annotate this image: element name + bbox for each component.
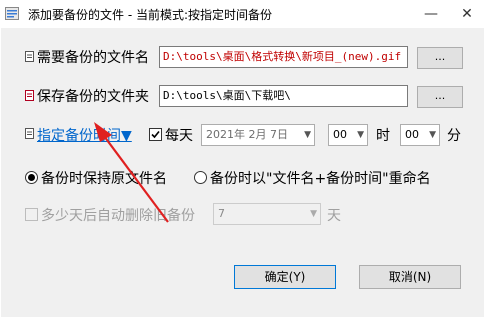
file-icon bbox=[25, 51, 34, 62]
source-file-field[interactable]: D:\tools\桌面\格式转换\新项目_(new).gif bbox=[159, 46, 408, 68]
radio-selected-dot bbox=[28, 174, 35, 181]
dest-folder-field[interactable]: D:\tools\桌面\下载吧\ bbox=[159, 85, 408, 107]
dest-folder-label: 保存备份的文件夹 bbox=[37, 89, 149, 105]
date-value: 2021年 2月 7日 bbox=[206, 128, 288, 141]
browse-folder-button[interactable]: ... bbox=[417, 86, 463, 108]
chevron-down-icon: ▼ bbox=[429, 130, 436, 140]
chevron-down-icon: ▼ bbox=[304, 130, 311, 140]
days-value: 7 bbox=[218, 207, 225, 220]
hour-unit-label: 时 bbox=[376, 128, 390, 144]
chevron-down-icon: ▼ bbox=[357, 130, 364, 140]
hour-select[interactable]: 00 ▼ bbox=[328, 124, 368, 146]
date-picker[interactable]: 2021年 2月 7日 ▼ bbox=[201, 124, 315, 146]
auto-delete-checkbox[interactable] bbox=[25, 208, 38, 221]
browse-file-button[interactable]: ... bbox=[417, 47, 463, 69]
hour-value: 00 bbox=[333, 128, 347, 141]
close-button[interactable]: ✕ bbox=[450, 0, 484, 28]
source-file-label: 需要备份的文件名 bbox=[37, 50, 149, 66]
minimize-icon: — bbox=[424, 6, 438, 22]
ok-button[interactable]: 确定(Y) bbox=[234, 265, 336, 289]
auto-delete-days-select[interactable]: 7 ▼ bbox=[213, 203, 321, 225]
minute-select[interactable]: 00 ▼ bbox=[400, 124, 440, 146]
app-icon bbox=[5, 7, 19, 20]
minimize-button[interactable]: — bbox=[414, 0, 448, 28]
days-unit-label: 天 bbox=[327, 208, 341, 224]
keep-original-radio[interactable] bbox=[25, 171, 38, 184]
rename-radio[interactable] bbox=[194, 171, 207, 184]
cancel-button[interactable]: 取消(N) bbox=[359, 265, 461, 289]
chevron-down-icon: ▼ bbox=[310, 209, 317, 219]
close-icon: ✕ bbox=[461, 6, 473, 22]
minute-unit-label: 分 bbox=[447, 128, 461, 144]
schedule-icon bbox=[25, 128, 34, 139]
minute-value: 00 bbox=[405, 128, 419, 141]
annotation-arrow-icon bbox=[94, 122, 169, 223]
window-title: 添加要备份的文件 - 当前模式:按指定时间备份 bbox=[28, 8, 273, 22]
rename-label[interactable]: 备份时以"文件名+备份时间"重命名 bbox=[210, 168, 431, 188]
folder-icon bbox=[25, 90, 34, 101]
